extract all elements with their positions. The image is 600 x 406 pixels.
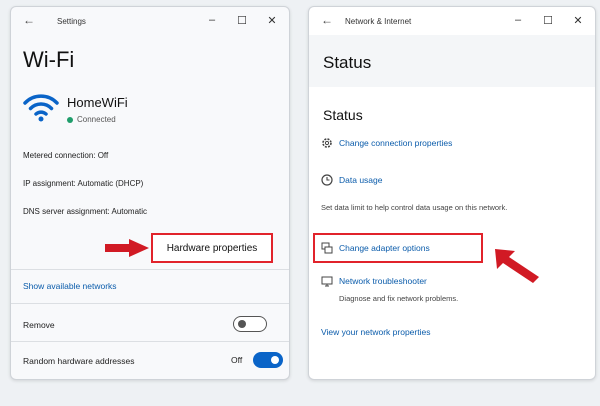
gear-icon	[321, 137, 333, 149]
random-hardware-state: Off	[231, 355, 243, 365]
remove-toggle[interactable]	[233, 316, 267, 332]
ip-assignment: IP assignment: Automatic (DHCP)	[23, 179, 144, 188]
maximize-icon[interactable]: ☐	[541, 14, 555, 27]
page-title: Status	[323, 53, 372, 72]
network-troubleshooter-label: Network troubleshooter	[339, 276, 427, 286]
window-controls: – ☐ ✕	[511, 14, 585, 27]
connected-dot-icon	[67, 116, 73, 123]
titlebar: ← Settings – ☐ ✕	[11, 7, 289, 35]
toggle-knob	[271, 356, 279, 364]
window-title: Network & Internet	[345, 17, 412, 26]
adapter-icon	[321, 242, 333, 254]
divider	[11, 341, 289, 342]
change-connection-properties-label: Change connection properties	[339, 138, 453, 148]
network-internet-window: ← Network & Internet – ☐ ✕ Status Status…	[308, 6, 596, 380]
divider	[11, 303, 289, 304]
window-controls: – ☐ ✕	[205, 14, 279, 27]
minimize-icon[interactable]: –	[205, 14, 219, 27]
show-available-networks-link[interactable]: Show available networks	[23, 281, 117, 291]
red-arrow-icon	[105, 239, 149, 257]
change-connection-properties-link[interactable]: Change connection properties	[321, 137, 452, 149]
back-arrow-icon[interactable]: ←	[23, 13, 35, 27]
close-icon[interactable]: ✕	[265, 14, 279, 27]
troubleshooter-description: Diagnose and fix network problems.	[339, 294, 459, 303]
titlebar: ← Network & Internet – ☐ ✕	[309, 7, 595, 35]
connection-status-text: Connected	[77, 115, 116, 124]
maximize-icon[interactable]: ☐	[235, 14, 249, 27]
data-usage-link[interactable]: Data usage	[321, 174, 382, 186]
back-arrow-icon[interactable]: ←	[321, 13, 333, 27]
change-adapter-options-label: Change adapter options	[339, 243, 430, 253]
divider	[11, 269, 289, 270]
change-adapter-options-link[interactable]: Change adapter options	[321, 242, 430, 254]
connection-status: Connected	[67, 115, 116, 124]
view-network-properties-link[interactable]: View your network properties	[321, 327, 430, 337]
random-hardware-toggle[interactable]	[253, 352, 283, 368]
red-arrow-icon	[495, 249, 539, 283]
window-title: Settings	[57, 17, 86, 26]
remove-label: Remove	[23, 320, 55, 330]
page-title: Wi-Fi	[23, 47, 75, 72]
data-usage-label: Data usage	[339, 175, 383, 185]
section-title: Status	[323, 107, 363, 123]
settings-window: ← Settings – ☐ ✕ Wi-Fi HomeWiFi Connecte…	[10, 6, 290, 380]
hardware-properties-button[interactable]: Hardware properties	[151, 233, 273, 263]
toggle-knob	[238, 320, 246, 328]
minimize-icon[interactable]: –	[511, 14, 525, 27]
data-usage-description: Set data limit to help control data usag…	[321, 203, 508, 212]
dns-assignment: DNS server assignment: Automatic	[23, 207, 148, 216]
network-name: HomeWiFi	[67, 95, 128, 110]
network-troubleshooter-link[interactable]: Network troubleshooter	[321, 275, 427, 287]
clock-icon	[321, 174, 333, 186]
troubleshoot-icon	[321, 275, 333, 287]
close-icon[interactable]: ✕	[571, 14, 585, 27]
wifi-icon	[23, 94, 59, 122]
random-hardware-label: Random hardware addresses	[23, 356, 135, 366]
metered-connection: Metered connection: Off	[23, 151, 109, 160]
